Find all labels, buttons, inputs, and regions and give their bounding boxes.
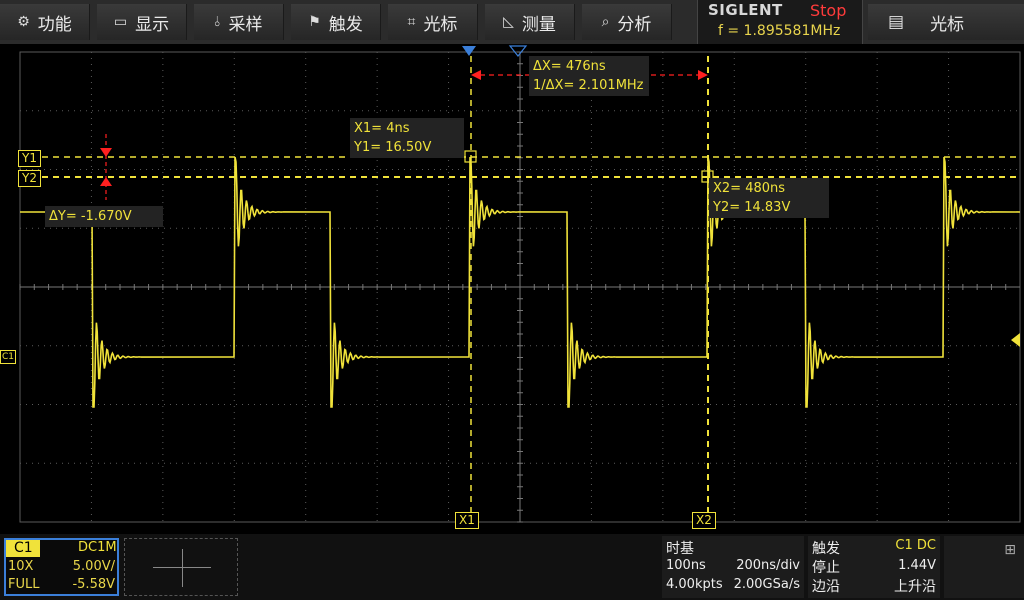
monitor-icon: ▭: [113, 14, 128, 30]
trigger-level: 1.44V: [898, 558, 936, 573]
x2-value: X2= 480ns: [713, 181, 786, 196]
status-brand-panel: SIGLENT Stop f = 1.895581MHz: [697, 0, 863, 44]
plus-icon-vertical: [182, 549, 183, 587]
channel-1-bandwidth: FULL: [8, 577, 40, 592]
trigger-position-marker[interactable]: [462, 46, 476, 56]
channel-1-probe: 10X: [8, 559, 34, 574]
menu-display-button[interactable]: ▭ 显示: [97, 4, 187, 40]
timebase-title: 时基: [666, 541, 694, 557]
menu-analysis-button[interactable]: ⌕ 分析: [582, 4, 672, 40]
delta-x-arrow-right-head: [698, 70, 708, 80]
delta-x-readout: ΔX= 476ns 1/ΔX= 2.101MHz: [529, 56, 649, 96]
y1-value: Y1= 16.50V: [354, 140, 432, 155]
inverse-delta-x-value: 1/ΔX= 2.101MHz: [533, 78, 644, 93]
channel-1-header: C1 DC1M: [6, 540, 117, 558]
delta-y-value: ΔY= -1.670V: [49, 209, 132, 224]
delta-x-arrow-left-head: [471, 70, 481, 80]
trigger-title: 触发: [812, 541, 840, 557]
document-icon: ▤: [888, 12, 905, 32]
timebase-scale: 200ns/div: [736, 558, 800, 573]
trigger-source: C1 DC: [895, 538, 936, 553]
cursor-x1-label[interactable]: X1: [455, 512, 479, 529]
timebase-delay: 100ns: [666, 558, 706, 573]
cursor-y2-label[interactable]: Y2: [18, 170, 41, 187]
channel-1-name: C1: [14, 540, 33, 556]
menu-cursor-label: 光标: [423, 14, 458, 35]
timebase-memory-depth: 4.00kpts: [666, 577, 723, 592]
add-channel-button[interactable]: [124, 538, 238, 596]
cursor-y1-label[interactable]: Y1: [18, 150, 41, 167]
trigger-slope: 上升沿: [894, 579, 936, 595]
x1-value: X1= 4ns: [354, 121, 410, 136]
trigger-mode: 停止: [812, 560, 840, 576]
channel-1-row-offset: FULL -5.58V: [6, 577, 117, 595]
run-stop-status[interactable]: Stop: [810, 1, 846, 20]
menu-function-label: 功能: [37, 14, 72, 35]
menu-display-label: 显示: [135, 14, 170, 35]
cursor-1-readout: X1= 4ns Y1= 16.50V: [350, 118, 464, 158]
waveform-display[interactable]: [0, 44, 1024, 534]
timebase-panel[interactable]: 时基 100ns 200ns/div 4.00kpts 2.00GSa/s: [662, 536, 804, 598]
timebase-sample-rate: 2.00GSa/s: [733, 577, 800, 592]
menu-acquire-button[interactable]: ⫰ 采样: [194, 4, 284, 40]
channel-1-scale: 5.00V/: [72, 559, 115, 574]
sampling-icon: ⫰: [214, 14, 221, 30]
measure-icon: ◺: [503, 14, 514, 30]
menu-measure-button[interactable]: ◺ 测量: [485, 4, 575, 40]
cursor-x2-label[interactable]: X2: [692, 512, 716, 529]
trigger-flag-icon: ⚑: [308, 14, 321, 30]
bottom-status-bar: C1 DC1M 10X 5.00V/ FULL -5.58V 时基 100ns …: [0, 534, 1024, 600]
gear-icon: ⚙: [17, 14, 30, 30]
delta-x-value: ΔX= 476ns: [533, 59, 606, 74]
menu-bar: ⚙ 功能 ▭ 显示 ⫰ 采样 ⚑ 触发 ⌗ 光标 ◺ 测量 ⌕ 分析 SIGLE…: [0, 0, 1024, 44]
cursor-menu-button[interactable]: ▤ 光标: [868, 4, 1024, 40]
network-icon: ⊞: [1004, 542, 1016, 558]
menu-trigger-label: 触发: [328, 14, 363, 35]
cursor-menu-label: 光标: [930, 14, 965, 35]
trigger-panel[interactable]: 触发 C1 DC 停止 1.44V 边沿 上升沿: [808, 536, 940, 598]
cursor-2-readout: X2= 480ns Y2= 14.83V: [709, 178, 829, 218]
brand-logo: SIGLENT: [708, 1, 783, 19]
delta-y-arrow-bottom-head: [100, 177, 112, 186]
trigger-level-marker[interactable]: [1011, 333, 1020, 347]
delta-y-readout: ΔY= -1.670V: [45, 206, 163, 227]
menu-function-button[interactable]: ⚙ 功能: [0, 4, 90, 40]
cursor-cross-icon: ⌗: [407, 14, 416, 30]
menu-analysis-label: 分析: [617, 14, 652, 35]
menu-measure-label: 测量: [521, 14, 556, 35]
channel-1-row-probe: 10X 5.00V/: [6, 559, 117, 577]
trigger-delay-marker[interactable]: [508, 45, 528, 57]
network-status-panel[interactable]: ⊞: [944, 536, 1024, 598]
channel-1-coupling: DC1M: [78, 540, 117, 555]
graticule: [19, 51, 1021, 523]
analysis-icon: ⌕: [601, 14, 610, 30]
frequency-counter: f = 1.895581MHz: [718, 23, 841, 39]
menu-trigger-button[interactable]: ⚑ 触发: [291, 4, 381, 40]
menu-acquire-label: 采样: [228, 14, 263, 35]
channel-1-ground-marker[interactable]: C1: [0, 350, 17, 364]
menu-cursor-button[interactable]: ⌗ 光标: [388, 4, 478, 40]
trigger-type: 边沿: [812, 579, 840, 595]
channel-1-offset: -5.58V: [72, 577, 115, 592]
y2-value: Y2= 14.83V: [713, 200, 791, 215]
channel-1-panel[interactable]: C1 DC1M 10X 5.00V/ FULL -5.58V: [4, 538, 119, 596]
delta-y-arrow-top-head: [100, 148, 112, 157]
